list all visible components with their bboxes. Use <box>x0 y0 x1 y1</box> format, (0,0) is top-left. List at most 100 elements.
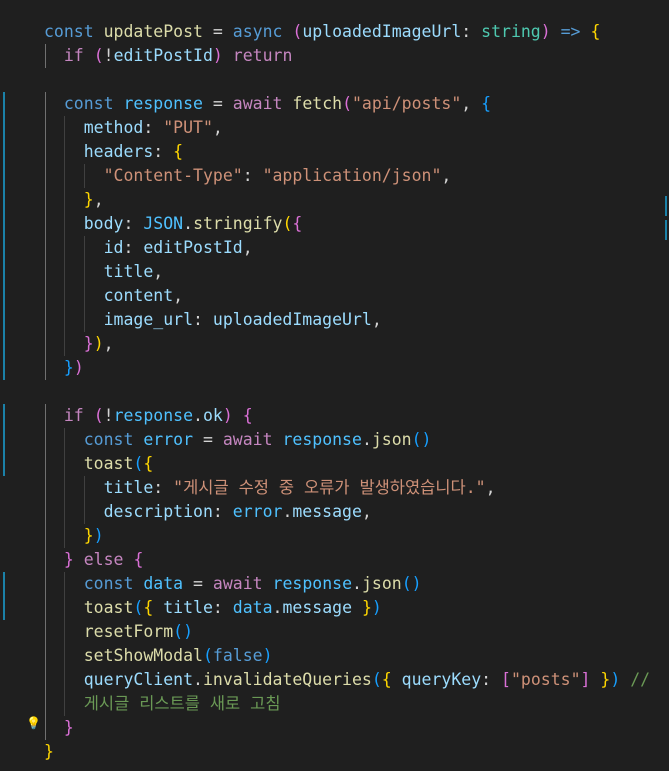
code-line[interactable]: "Content-Type": "application/json", <box>44 164 650 188</box>
code-token: ( <box>292 22 303 41</box>
code-line[interactable]: }, <box>44 188 650 212</box>
code-token: image_url <box>103 310 194 329</box>
code-token: : <box>123 238 144 257</box>
code-token: ok <box>202 406 223 425</box>
indent-guide <box>84 164 86 188</box>
indent-guide <box>44 620 46 644</box>
scroll-change-marker <box>665 196 667 216</box>
code-line[interactable]: const data = await response.json() <box>44 572 650 596</box>
code-line[interactable]: method: "PUT", <box>44 116 650 140</box>
code-line[interactable]: if (!response.ok) { <box>44 404 650 428</box>
code-token: ! <box>103 406 114 425</box>
code-line[interactable]: queryClient.invalidateQueries({ queryKey… <box>44 668 650 692</box>
code-token: data <box>143 574 184 593</box>
indent-guide <box>84 260 86 284</box>
code-token: ( <box>371 670 382 689</box>
code-token: editPostId <box>143 238 243 257</box>
code-token: , <box>441 166 452 185</box>
code-line[interactable]: content, <box>44 284 650 308</box>
code-token: = <box>202 22 233 41</box>
code-line[interactable]: headers: { <box>44 140 650 164</box>
code-token: ( <box>133 598 144 617</box>
code-token: { <box>173 142 184 161</box>
code-line[interactable]: if (!editPostId) return <box>44 44 650 68</box>
code-line[interactable]: resetForm() <box>44 620 650 644</box>
code-token: ) <box>93 334 104 353</box>
indent-guide <box>64 620 66 644</box>
code-token: ) <box>371 598 382 617</box>
code-line[interactable]: } <box>44 740 650 764</box>
code-line[interactable]: } else { <box>44 548 650 572</box>
code-line[interactable]: }) <box>44 524 650 548</box>
code-token: uploadedImageUrl <box>212 310 372 329</box>
code-line[interactable]: title, <box>44 260 650 284</box>
code-line[interactable]: const updatePost = async (uploadedImageU… <box>44 20 650 44</box>
indent-guide <box>44 308 46 332</box>
code-line[interactable]: toast({ <box>44 452 650 476</box>
code-line[interactable]: setShowModal(false) <box>44 644 650 668</box>
code-token: : <box>242 166 263 185</box>
code-token: return <box>232 46 293 65</box>
code-line[interactable]: toast({ title: data.message }) <box>44 596 650 620</box>
code-token: . <box>282 502 293 521</box>
code-token: ) <box>212 46 223 65</box>
code-token: ) <box>222 406 233 425</box>
code-editor[interactable]: 💡 const updatePost = async (uploadedImag… <box>0 0 669 771</box>
code-token: } <box>361 598 372 617</box>
code-token: const <box>44 22 94 41</box>
code-token: , <box>173 286 184 305</box>
indent-guide <box>44 452 46 476</box>
code-token: { <box>133 550 144 569</box>
indent-guide <box>64 644 66 668</box>
code-line[interactable]: image_url: uploadedImageUrl, <box>44 308 650 332</box>
code-line[interactable]: body: JSON.stringify({ <box>44 212 650 236</box>
indent-guide <box>44 164 46 188</box>
code-token: . <box>352 574 362 593</box>
indent-guide <box>64 188 66 212</box>
code-line[interactable]: 게시글 리스트를 새로 고침 <box>44 692 650 716</box>
code-line[interactable] <box>44 380 650 404</box>
indent-guide <box>44 644 46 668</box>
code-token: { <box>143 454 154 473</box>
code-line[interactable]: title: "게시글 수정 중 오류가 발생하였습니다.", <box>44 476 650 500</box>
editor-scrollbar[interactable] <box>665 0 669 771</box>
indent-guide <box>84 236 86 260</box>
code-token: , <box>153 262 164 281</box>
code-token: } <box>600 670 611 689</box>
code-token: if <box>63 46 84 65</box>
code-line[interactable]: description: error.message, <box>44 500 650 524</box>
code-token: uploadedImageUrl <box>302 22 462 41</box>
code-line[interactable]: }), <box>44 332 650 356</box>
indent-guide <box>44 284 46 308</box>
lightbulb-icon[interactable]: 💡 <box>26 716 41 730</box>
indent-guide <box>44 332 46 356</box>
code-token: json <box>361 574 402 593</box>
indent-guide <box>44 428 46 452</box>
code-line[interactable]: } <box>44 716 650 740</box>
code-content[interactable]: const updatePost = async (uploadedImageU… <box>44 20 650 764</box>
indent-guide <box>64 668 66 692</box>
code-token: ) <box>93 526 104 545</box>
code-token: await <box>222 430 273 449</box>
code-line[interactable] <box>44 68 650 92</box>
indent-guide <box>64 164 66 188</box>
code-line[interactable]: }) <box>44 356 650 380</box>
code-token: if <box>63 406 84 425</box>
code-token: , <box>242 238 253 257</box>
code-line[interactable]: id: editPostId, <box>44 236 650 260</box>
code-token: response <box>123 94 203 113</box>
code-token: error <box>143 430 194 449</box>
code-line[interactable]: const error = await response.json() <box>44 428 650 452</box>
indent-guide <box>44 524 46 548</box>
code-token: : <box>143 118 164 137</box>
code-line[interactable]: const response = await fetch("api/posts"… <box>44 92 650 116</box>
code-token: message <box>282 598 353 617</box>
indent-guide <box>64 308 66 332</box>
code-token: queryKey <box>401 670 482 689</box>
indent-guide <box>64 452 66 476</box>
indent-guide <box>44 596 46 620</box>
